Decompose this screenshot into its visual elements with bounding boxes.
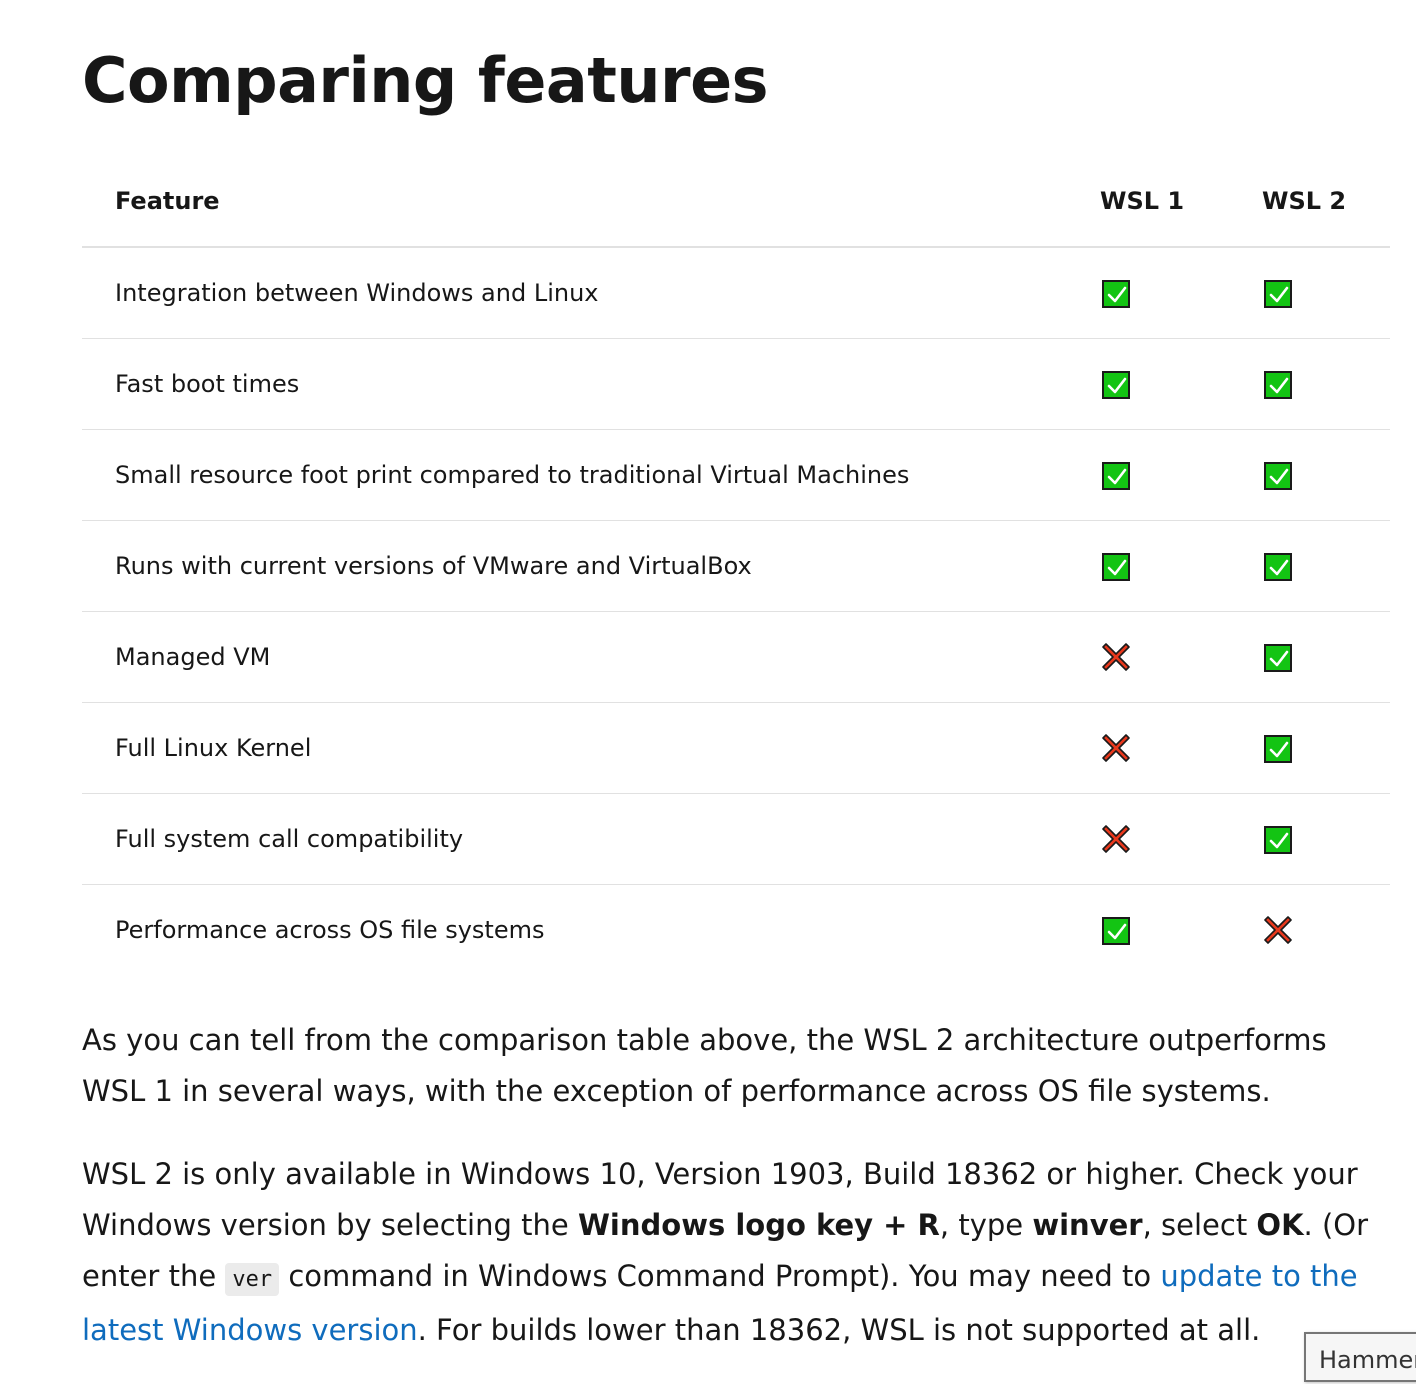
check-mark-button-icon [1264, 643, 1292, 672]
wsl2-cell [1262, 611, 1390, 703]
check-mark-button-icon [1264, 279, 1292, 308]
check-mark-button-icon [1102, 916, 1130, 945]
requirements-text-5: command in Windows Command Prompt). You … [279, 1259, 1161, 1293]
tooltip: Hammer [1304, 1332, 1416, 1382]
cross-mark-icon [1100, 732, 1132, 764]
feature-cell: Integration between Windows and Linux [82, 247, 1100, 339]
requirements-text-2: , type [939, 1208, 1033, 1242]
feature-cell: Managed VM [82, 611, 1100, 703]
feature-cell: Performance across OS file systems [115, 916, 545, 944]
feature-cell: Small resource foot print compared to tr… [82, 429, 1100, 521]
check-mark-button-icon [1264, 552, 1292, 581]
table-header-row: Feature WSL 1 WSL 2 [82, 156, 1390, 248]
wsl1-cell [1100, 338, 1262, 430]
wsl2-cell [1262, 247, 1390, 339]
comparison-table: Feature WSL 1 WSL 2 Integration between … [82, 156, 1390, 975]
requirements-text-3: , select [1142, 1208, 1257, 1242]
table-row: Full system call compatibility [82, 793, 1390, 885]
wsl2-cell [1262, 885, 1390, 976]
windows-logo-key-text: Windows logo key + R [577, 1208, 940, 1242]
wsl1-cell [1100, 611, 1262, 703]
feature-cell: Full Linux Kernel [82, 702, 1100, 794]
wsl2-cell [1262, 520, 1390, 612]
check-mark-button-icon [1102, 552, 1130, 581]
table-row: Runs with current versions of VMware and… [82, 520, 1390, 612]
check-mark-button-icon [1102, 279, 1130, 308]
check-mark-button-icon [1264, 825, 1292, 854]
check-mark-button-icon [1264, 370, 1292, 399]
table-row: Small resource foot print compared to tr… [82, 429, 1390, 521]
feature-cell: Fast boot times [82, 338, 1100, 430]
ver-command-code: ver [225, 1263, 280, 1296]
table-row: Managed VM [82, 611, 1390, 703]
wsl1-cell [1100, 429, 1262, 521]
table-row: Integration between Windows and Linux [82, 247, 1390, 339]
wsl2-cell [1262, 702, 1390, 794]
table-row: Performance across OS file systems [82, 885, 1390, 976]
wsl1-cell [1100, 702, 1262, 794]
wsl2-cell [1262, 793, 1390, 885]
header-wsl2: WSL 2 [1262, 156, 1390, 248]
check-mark-button-icon [1102, 461, 1130, 490]
feature-cell: Runs with current versions of VMware and… [82, 520, 1100, 612]
table-row: Full Linux Kernel [82, 702, 1390, 794]
wsl2-cell [1262, 429, 1390, 521]
ok-text: OK [1256, 1208, 1304, 1242]
check-mark-button-icon [1102, 370, 1130, 399]
requirements-paragraph: WSL 2 is only available in Windows 10, V… [82, 1149, 1392, 1356]
winver-text: winver [1032, 1208, 1143, 1242]
wsl1-cell [1100, 520, 1262, 612]
wsl1-cell [1100, 885, 1262, 976]
requirements-text-6: . For builds lower than 18362, WSL is no… [417, 1313, 1261, 1347]
table-row: Fast boot times [82, 338, 1390, 430]
wsl2-cell [1262, 338, 1390, 430]
check-mark-button-icon [1264, 461, 1292, 490]
cross-mark-icon [1100, 641, 1132, 673]
cross-mark-icon [1100, 823, 1132, 855]
wsl1-cell [1100, 793, 1262, 885]
cross-mark-icon [1262, 914, 1294, 946]
check-mark-button-icon [1264, 734, 1292, 763]
page-title: Comparing features [82, 44, 769, 117]
comparison-summary-paragraph: As you can tell from the comparison tabl… [82, 1023, 1327, 1108]
header-wsl1: WSL 1 [1100, 156, 1262, 248]
header-feature: Feature [82, 156, 1100, 248]
wsl1-cell [1100, 247, 1262, 339]
page: Comparing features Feature WSL 1 WSL 2 I… [0, 0, 1416, 1384]
feature-cell: Full system call compatibility [82, 793, 1100, 885]
